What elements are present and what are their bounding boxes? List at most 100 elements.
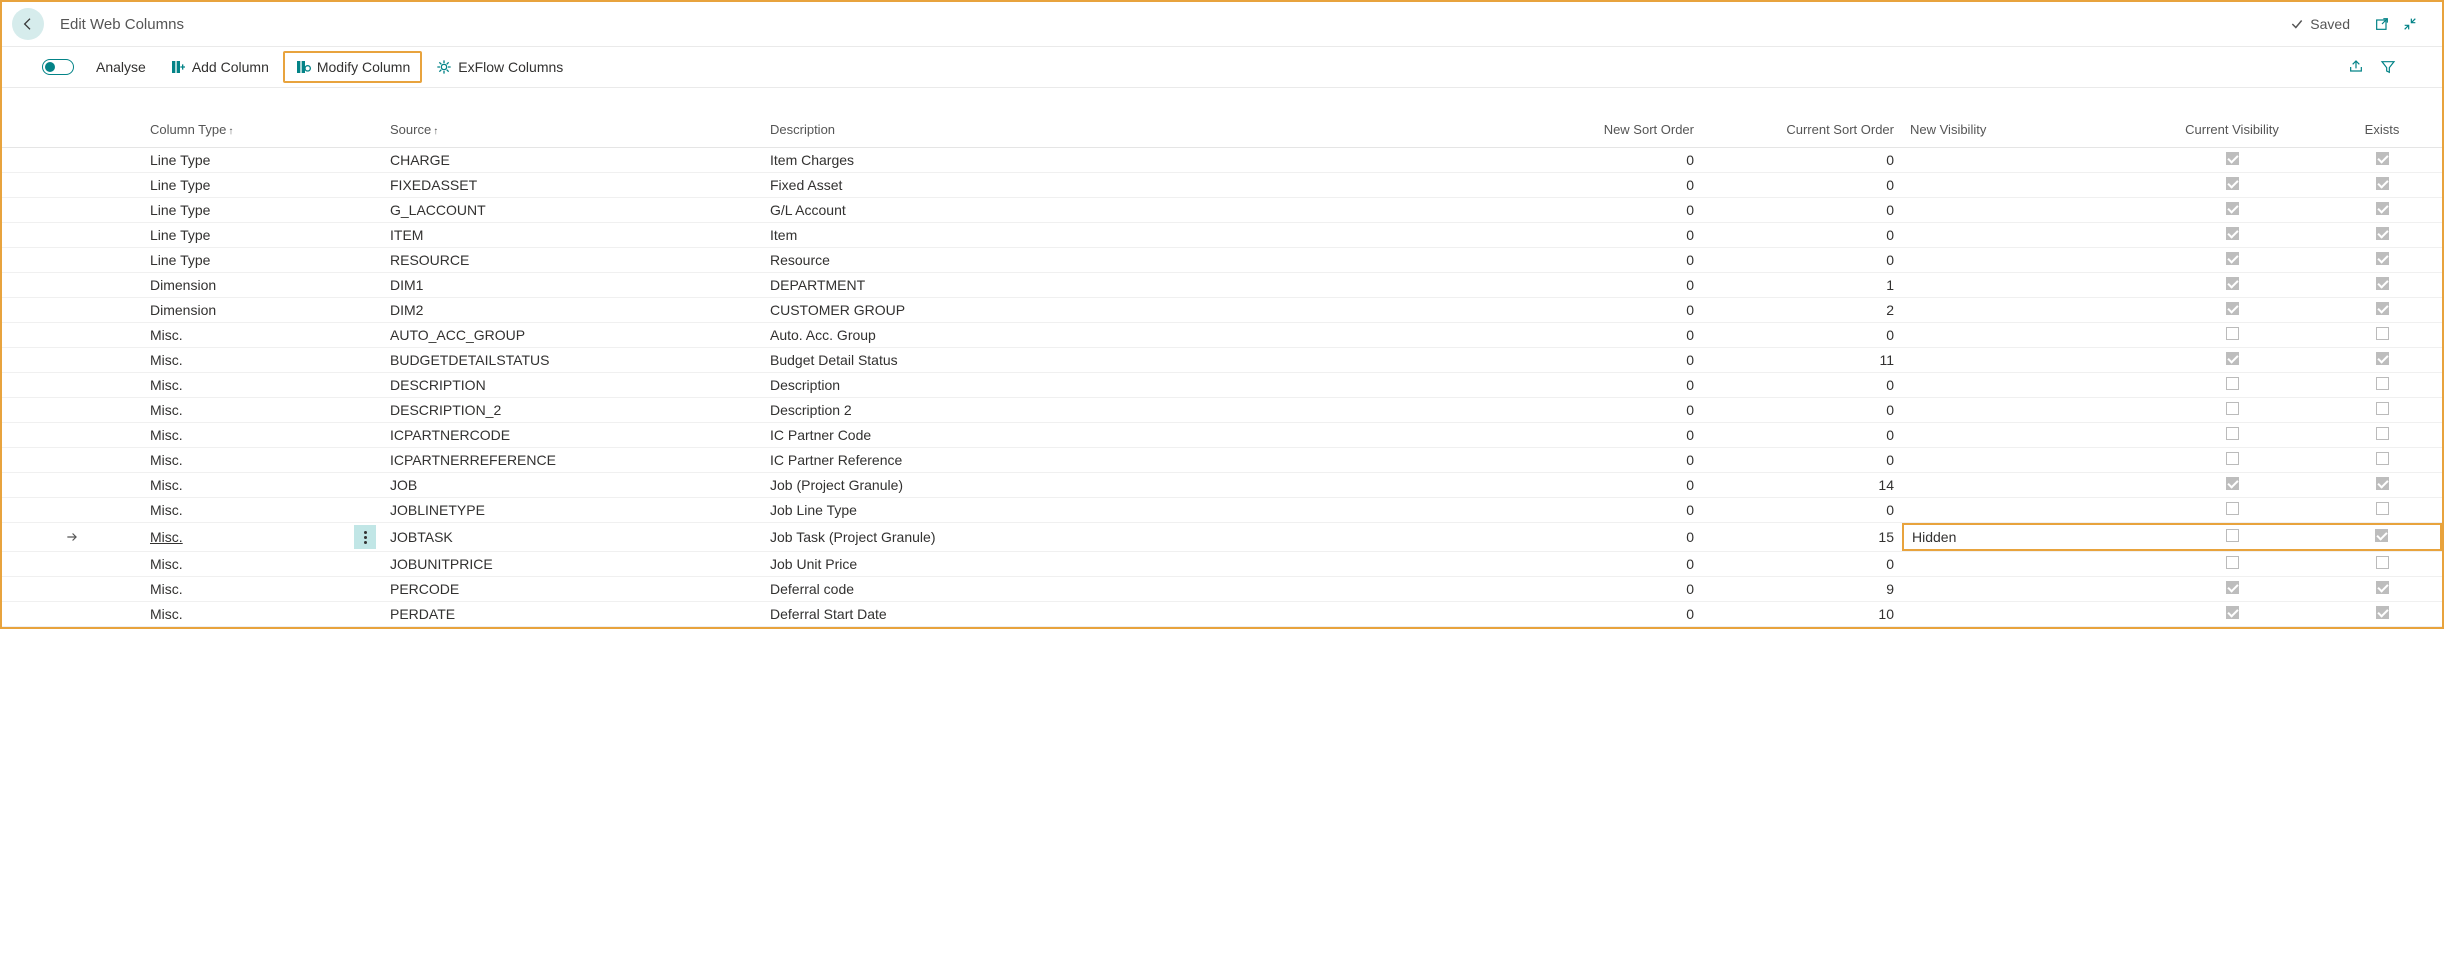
cell-source[interactable]: RESOURCE bbox=[382, 248, 762, 273]
cell-new-sort-order[interactable]: 0 bbox=[1502, 273, 1702, 298]
cell-current-sort-order[interactable]: 0 bbox=[1702, 223, 1902, 248]
cell-new-visibility[interactable] bbox=[1902, 602, 2142, 627]
cell-new-sort-order[interactable]: 0 bbox=[1502, 423, 1702, 448]
cell-description[interactable]: Item Charges bbox=[762, 148, 1502, 173]
cell-exists[interactable] bbox=[2322, 523, 2442, 552]
cell-new-visibility[interactable] bbox=[1902, 298, 2142, 323]
cell-current-sort-order[interactable]: 9 bbox=[1702, 577, 1902, 602]
cell-current-sort-order[interactable]: 1 bbox=[1702, 273, 1902, 298]
cell-new-visibility[interactable] bbox=[1902, 248, 2142, 273]
cell-current-sort-order[interactable]: 0 bbox=[1702, 198, 1902, 223]
cell-description[interactable]: IC Partner Code bbox=[762, 423, 1502, 448]
filter-button[interactable] bbox=[2374, 53, 2402, 81]
cell-new-sort-order[interactable]: 0 bbox=[1502, 602, 1702, 627]
cell-exists[interactable] bbox=[2322, 498, 2442, 523]
table-row[interactable]: Misc. JOB Job (Project Granule) 0 14 bbox=[2, 473, 2442, 498]
cell-description[interactable]: DEPARTMENT bbox=[762, 273, 1502, 298]
cell-column-type[interactable]: Line Type bbox=[142, 173, 382, 198]
col-exists[interactable]: Exists bbox=[2322, 116, 2442, 148]
cell-column-type[interactable]: Misc. bbox=[142, 577, 382, 602]
cell-current-sort-order[interactable]: 0 bbox=[1702, 323, 1902, 348]
cell-new-sort-order[interactable]: 0 bbox=[1502, 398, 1702, 423]
cell-current-visibility[interactable] bbox=[2142, 198, 2322, 223]
table-row[interactable]: Line Type CHARGE Item Charges 0 0 bbox=[2, 148, 2442, 173]
cell-description[interactable]: G/L Account bbox=[762, 198, 1502, 223]
cell-new-sort-order[interactable]: 0 bbox=[1502, 448, 1702, 473]
cell-current-sort-order[interactable]: 0 bbox=[1702, 148, 1902, 173]
cell-description[interactable]: Job Line Type bbox=[762, 498, 1502, 523]
cell-new-sort-order[interactable]: 0 bbox=[1502, 173, 1702, 198]
cell-new-visibility[interactable] bbox=[1902, 148, 2142, 173]
cell-exists[interactable] bbox=[2322, 273, 2442, 298]
cell-current-sort-order[interactable]: 2 bbox=[1702, 298, 1902, 323]
cell-new-sort-order[interactable]: 0 bbox=[1502, 577, 1702, 602]
back-button[interactable] bbox=[12, 8, 44, 40]
col-current-visibility[interactable]: Current Visibility bbox=[2142, 116, 2322, 148]
cell-column-type[interactable]: Line Type bbox=[142, 248, 382, 273]
table-row[interactable]: Misc. DESCRIPTION_2 Description 2 0 0 bbox=[2, 398, 2442, 423]
cell-new-sort-order[interactable]: 0 bbox=[1502, 552, 1702, 577]
cell-current-sort-order[interactable]: 0 bbox=[1702, 423, 1902, 448]
cell-source[interactable]: JOBUNITPRICE bbox=[382, 552, 762, 577]
cell-source[interactable]: ITEM bbox=[382, 223, 762, 248]
cell-source[interactable]: BUDGETDETAILSTATUS bbox=[382, 348, 762, 373]
cell-current-visibility[interactable] bbox=[2142, 398, 2322, 423]
cell-new-sort-order[interactable]: 0 bbox=[1502, 523, 1702, 552]
cell-source[interactable]: PERDATE bbox=[382, 602, 762, 627]
cell-column-type[interactable]: Misc. bbox=[142, 348, 382, 373]
cell-exists[interactable] bbox=[2322, 248, 2442, 273]
cell-new-visibility[interactable] bbox=[1902, 423, 2142, 448]
cell-current-sort-order[interactable]: 0 bbox=[1702, 552, 1902, 577]
cell-column-type[interactable]: Misc. bbox=[142, 398, 382, 423]
cell-new-sort-order[interactable]: 0 bbox=[1502, 348, 1702, 373]
cell-current-visibility[interactable] bbox=[2142, 473, 2322, 498]
table-row[interactable]: Misc. DESCRIPTION Description 0 0 bbox=[2, 373, 2442, 398]
cell-source[interactable]: CHARGE bbox=[382, 148, 762, 173]
cell-column-type[interactable]: Misc. bbox=[142, 373, 382, 398]
add-column-action[interactable]: Add Column bbox=[160, 53, 279, 81]
collapse-button[interactable] bbox=[2396, 10, 2424, 38]
cell-source[interactable]: AUTO_ACC_GROUP bbox=[382, 323, 762, 348]
exflow-columns-action[interactable]: ExFlow Columns bbox=[426, 53, 573, 81]
cell-description[interactable]: Job Task (Project Granule) bbox=[762, 523, 1502, 552]
share-button[interactable] bbox=[2342, 53, 2370, 81]
cell-current-visibility[interactable] bbox=[2142, 448, 2322, 473]
cell-column-type[interactable]: Misc. bbox=[142, 498, 382, 523]
cell-new-visibility[interactable] bbox=[1902, 198, 2142, 223]
table-row[interactable]: Line Type ITEM Item 0 0 bbox=[2, 223, 2442, 248]
table-row[interactable]: Misc. JOBLINETYPE Job Line Type 0 0 bbox=[2, 498, 2442, 523]
cell-description[interactable]: Deferral Start Date bbox=[762, 602, 1502, 627]
cell-exists[interactable] bbox=[2322, 223, 2442, 248]
col-new-visibility[interactable]: New Visibility bbox=[1902, 116, 2142, 148]
cell-description[interactable]: Fixed Asset bbox=[762, 173, 1502, 198]
cell-exists[interactable] bbox=[2322, 602, 2442, 627]
cell-current-visibility[interactable] bbox=[2142, 602, 2322, 627]
cell-current-visibility[interactable] bbox=[2142, 523, 2322, 552]
cell-column-type[interactable]: Line Type bbox=[142, 223, 382, 248]
cell-source[interactable]: JOBTASK bbox=[382, 523, 762, 552]
cell-source[interactable]: DIM2 bbox=[382, 298, 762, 323]
cell-exists[interactable] bbox=[2322, 552, 2442, 577]
analyse-toggle[interactable] bbox=[42, 59, 74, 75]
table-row[interactable]: Misc. PERCODE Deferral code 0 9 bbox=[2, 577, 2442, 602]
cell-source[interactable]: G_LACCOUNT bbox=[382, 198, 762, 223]
cell-current-sort-order[interactable]: 0 bbox=[1702, 173, 1902, 198]
cell-exists[interactable] bbox=[2322, 398, 2442, 423]
cell-new-visibility[interactable] bbox=[1902, 373, 2142, 398]
cell-new-visibility[interactable] bbox=[1902, 398, 2142, 423]
cell-column-type[interactable]: Line Type bbox=[142, 148, 382, 173]
cell-description[interactable]: Job Unit Price bbox=[762, 552, 1502, 577]
cell-current-visibility[interactable] bbox=[2142, 273, 2322, 298]
cell-exists[interactable] bbox=[2322, 373, 2442, 398]
col-column-type[interactable]: Column Type↑ bbox=[142, 116, 382, 148]
cell-current-sort-order[interactable]: 15 bbox=[1702, 523, 1902, 552]
cell-source[interactable]: DESCRIPTION bbox=[382, 373, 762, 398]
cell-new-visibility[interactable] bbox=[1902, 173, 2142, 198]
row-menu-button[interactable] bbox=[354, 525, 376, 549]
cell-new-sort-order[interactable]: 0 bbox=[1502, 198, 1702, 223]
cell-current-sort-order[interactable]: 0 bbox=[1702, 398, 1902, 423]
cell-column-type[interactable]: Misc. bbox=[142, 323, 382, 348]
col-new-sort-order[interactable]: New Sort Order bbox=[1502, 116, 1702, 148]
cell-current-visibility[interactable] bbox=[2142, 323, 2322, 348]
cell-column-type[interactable]: Misc. bbox=[142, 602, 382, 627]
